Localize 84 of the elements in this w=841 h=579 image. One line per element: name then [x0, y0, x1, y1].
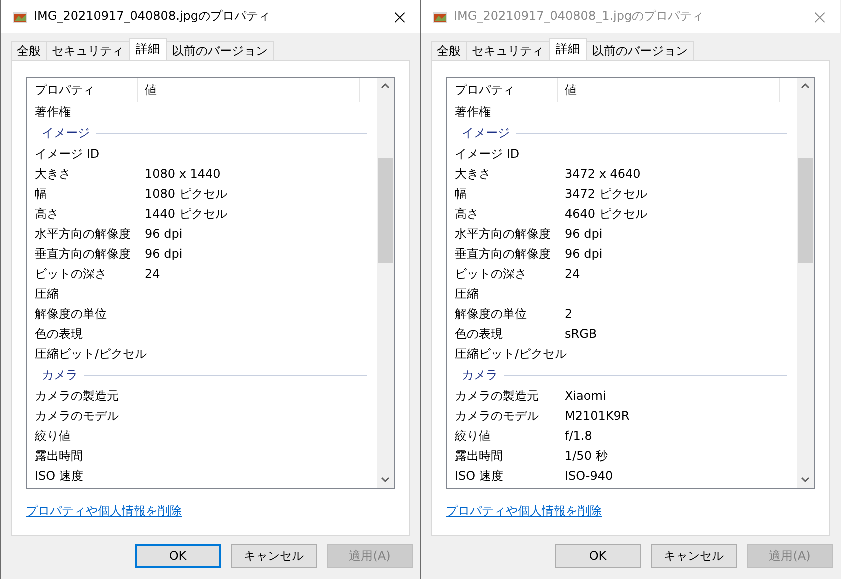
property-value: 3472 x 4640 — [564, 167, 641, 181]
property-name: 色の表現 — [455, 326, 504, 342]
property-name: 幅 — [35, 186, 48, 202]
property-value: 96 dpi — [564, 247, 603, 261]
tab[interactable]: 全般 — [431, 41, 467, 60]
tab[interactable]: 以前のバージョン — [166, 41, 274, 60]
property-name: 色の表現 — [35, 326, 84, 342]
picture-file-icon — [433, 10, 447, 22]
property-name: カメラの製造元 — [35, 388, 120, 404]
property-name: カメラのモデル — [455, 408, 540, 424]
property-name: カメラのモデル — [35, 408, 120, 424]
scroll-thumb[interactable] — [378, 158, 393, 263]
property-name: 露出時間 — [455, 448, 504, 464]
group-heading: イメージ — [42, 124, 90, 142]
property-name: 高さ — [35, 206, 60, 222]
property-value: f/1.8 — [564, 429, 592, 443]
property-name: 絞り値 — [35, 428, 72, 444]
property-name: カメラの製造元 — [455, 388, 540, 404]
property-value: 1440 ピクセル — [144, 206, 228, 222]
scrollbar[interactable] — [797, 78, 814, 488]
property-value: 24 — [564, 267, 580, 281]
property-name: 幅 — [455, 186, 468, 202]
property-value: 1/50 秒 — [564, 448, 608, 464]
tab[interactable]: 詳細 — [549, 38, 587, 60]
property-name: 水平方向の解像度 — [455, 226, 552, 242]
column-header[interactable]: プロパティ — [455, 78, 558, 102]
property-value: 96 dpi — [144, 227, 183, 241]
property-name: 絞り値 — [455, 428, 492, 444]
window-title: IMG_20210917_040808.jpgのプロパティ — [34, 8, 272, 25]
property-name: 大きさ — [455, 166, 492, 182]
tab[interactable]: セキュリティ — [466, 41, 550, 60]
property-value: 24 — [144, 267, 160, 281]
property-name: 圧縮ビット/ピクセル — [35, 346, 148, 362]
group-heading: イメージ — [462, 124, 510, 142]
property-name: 水平方向の解像度 — [35, 226, 132, 242]
property-name: 著作権 — [455, 104, 492, 120]
dialog-button[interactable]: キャンセル — [231, 544, 317, 568]
dialog-button[interactable]: OK — [555, 544, 641, 568]
remove-properties-link[interactable]: プロパティや個人情報を削除 — [26, 503, 182, 520]
property-value: Xiaomi — [564, 389, 606, 403]
property-value: 96 dpi — [564, 227, 603, 241]
property-name: ISO 速度 — [35, 468, 84, 484]
tab[interactable]: セキュリティ — [46, 41, 130, 60]
property-name: 大きさ — [35, 166, 72, 182]
tab[interactable]: 詳細 — [129, 38, 167, 60]
dialog-button[interactable]: キャンセル — [651, 544, 737, 568]
property-value: 1080 ピクセル — [144, 186, 228, 202]
group-heading: カメラ — [42, 366, 78, 384]
property-name: 解像度の単位 — [455, 306, 528, 322]
property-name: 垂直方向の解像度 — [455, 246, 552, 262]
column-header[interactable]: 値 — [558, 78, 780, 102]
property-value: 2 — [564, 307, 573, 321]
property-name: 露出時間 — [35, 448, 84, 464]
property-name: ビットの深さ — [35, 266, 108, 282]
picture-file-icon — [13, 10, 27, 22]
close-button[interactable]: × — [380, 4, 420, 28]
property-name: イメージ ID — [455, 146, 521, 162]
property-value: ISO-940 — [564, 469, 614, 483]
property-value: M2101K9R — [564, 409, 630, 423]
property-name: 垂直方向の解像度 — [35, 246, 132, 262]
property-name: 高さ — [455, 206, 480, 222]
property-name: 圧縮ビット/ピクセル — [455, 346, 568, 362]
property-value: 96 dpi — [144, 247, 183, 261]
property-name: 著作権 — [35, 104, 72, 120]
property-name: 圧縮 — [455, 286, 480, 302]
group-heading: カメラ — [462, 366, 498, 384]
column-header[interactable]: プロパティ — [35, 78, 138, 102]
property-value: 3472 ピクセル — [564, 186, 648, 202]
dialog-button[interactable]: OK — [135, 544, 221, 568]
property-value: 4640 ピクセル — [564, 206, 648, 222]
tab[interactable]: 以前のバージョン — [586, 41, 694, 60]
scroll-thumb[interactable] — [798, 158, 813, 263]
column-header[interactable]: 値 — [138, 78, 360, 102]
window-title: IMG_20210917_040808_1.jpgのプロパティ — [454, 8, 706, 25]
tab[interactable]: 全般 — [11, 41, 47, 60]
remove-properties-link[interactable]: プロパティや個人情報を削除 — [446, 503, 602, 520]
scrollbar[interactable] — [377, 78, 394, 488]
property-name: イメージ ID — [35, 146, 101, 162]
property-name: ISO 速度 — [455, 468, 504, 484]
property-value: sRGB — [564, 327, 598, 341]
property-name: 圧縮 — [35, 286, 60, 302]
property-value: 1080 x 1440 — [144, 167, 221, 181]
property-name: ビットの深さ — [455, 266, 528, 282]
property-name: 解像度の単位 — [35, 306, 108, 322]
